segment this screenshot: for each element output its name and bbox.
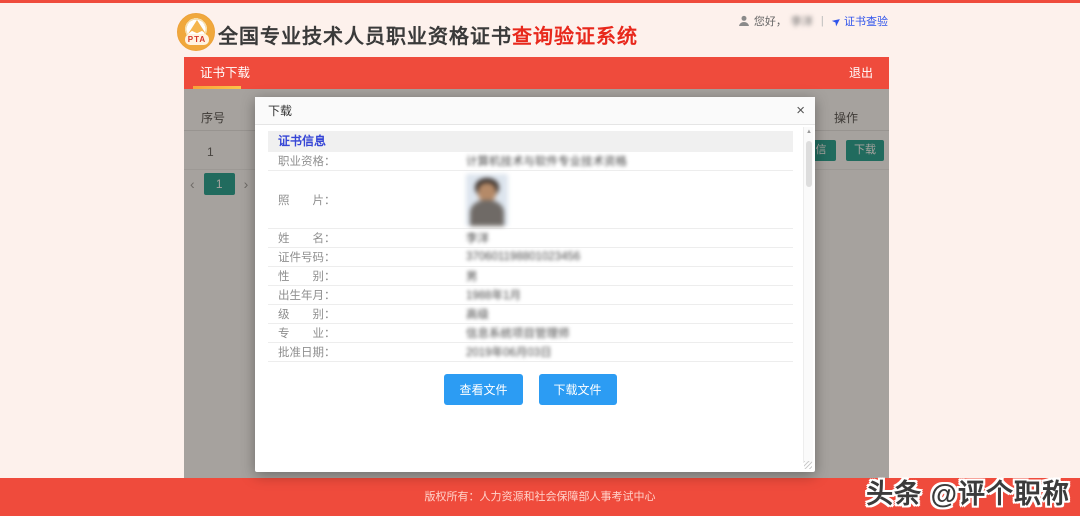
field-value: 高级 (466, 306, 489, 322)
nav-bar: 证书下载 退出 (184, 57, 889, 89)
field-value: 370601198801023456 (466, 251, 580, 263)
main-content: 序号 操作 1 证书信息 下载 ‹ 1 › 下载 × 证书信息 职业资格： 计算… (184, 89, 889, 478)
page-title-accent: 查询验证系统 (512, 26, 638, 48)
field-label: 批准日期： (278, 344, 466, 360)
field-row-level: 级 别： 高级 (268, 305, 793, 324)
greeting-text: 您好， (754, 13, 787, 29)
modal-body: 证书信息 职业资格： 计算机技术与软件专业技术资格 照 片： 姓 名： 李洋 证… (268, 131, 793, 405)
field-label: 姓 名： (278, 230, 466, 246)
share-arrow-icon: ➤ (829, 13, 844, 29)
username-text: 李洋 (791, 13, 813, 29)
cert-verify-link[interactable]: ➤ 证书查验 (832, 13, 888, 29)
pta-logo: PTA (177, 13, 215, 51)
field-label: 性 别： (278, 268, 466, 284)
field-row-gender: 性 别： 男 (268, 267, 793, 286)
scrollbar-up-arrow-icon[interactable]: ▲ (805, 129, 813, 135)
field-label: 照 片： (278, 192, 466, 208)
photo-body-shape (470, 200, 504, 226)
field-row-name: 姓 名： 李洋 (268, 229, 793, 248)
field-row-qualification: 职业资格： 计算机技术与软件专业技术资格 (268, 152, 793, 171)
modal-scrollbar[interactable]: ▲ (803, 127, 813, 463)
scrollbar-thumb[interactable] (806, 141, 812, 187)
field-value: 1988年1月 (466, 287, 521, 303)
modal-buttons: 查看文件 下载文件 (268, 374, 793, 405)
field-row-id-number: 证件号码： 370601198801023456 (268, 248, 793, 267)
field-label: 专 业： (278, 325, 466, 341)
logo-circle-icon: PTA (177, 13, 215, 51)
field-value: 男 (466, 268, 478, 284)
field-label: 出生年月： (278, 287, 466, 303)
field-row-photo: 照 片： (268, 171, 793, 229)
logout-button[interactable]: 退出 (849, 57, 873, 89)
logo-emblem-icon (188, 20, 206, 34)
page-title: 全国专业技术人员职业资格证书查询验证系统 (218, 20, 638, 49)
photo-face-shape (478, 183, 496, 202)
userbar-divider: | (821, 15, 824, 27)
top-accent-strip (0, 0, 1080, 3)
user-bar: 您好，李洋 | ➤ 证书查验 (738, 13, 888, 29)
field-value: 2019年06月03日 (466, 344, 552, 360)
field-value: 信息系统项目管理师 (466, 325, 570, 341)
view-file-button[interactable]: 查看文件 (444, 374, 522, 405)
field-value: 计算机技术与软件专业技术资格 (466, 153, 627, 169)
field-label: 职业资格： (278, 153, 466, 169)
logo-pta-label: PTA (185, 34, 209, 45)
section-title-cert-info: 证书信息 (268, 131, 793, 152)
field-row-approval-date: 批准日期： 2019年06月03日 (268, 343, 793, 362)
modal-titlebar: 下载 × (255, 97, 815, 125)
scrollbar-corner-icon (804, 461, 812, 469)
page-title-main: 全国专业技术人员职业资格证书 (218, 26, 512, 48)
field-row-major: 专 业： 信息系统项目管理师 (268, 324, 793, 343)
close-icon[interactable]: × (796, 97, 805, 125)
photo-thumbnail (466, 174, 508, 226)
cert-verify-label: 证书查验 (844, 13, 888, 29)
tab-cert-download[interactable]: 证书下载 (200, 57, 250, 89)
field-label: 级 别： (278, 306, 466, 322)
download-modal: 下载 × 证书信息 职业资格： 计算机技术与软件专业技术资格 照 片： 姓 名：… (255, 97, 815, 472)
field-row-birth-date: 出生年月： 1988年1月 (268, 286, 793, 305)
field-label: 证件号码： (278, 249, 466, 265)
toutiao-watermark: 头条 @评个职称 (866, 472, 1070, 511)
field-value: 李洋 (466, 230, 489, 246)
modal-title: 下载 (268, 97, 292, 125)
download-file-button[interactable]: 下载文件 (539, 374, 617, 405)
user-icon (738, 15, 750, 27)
